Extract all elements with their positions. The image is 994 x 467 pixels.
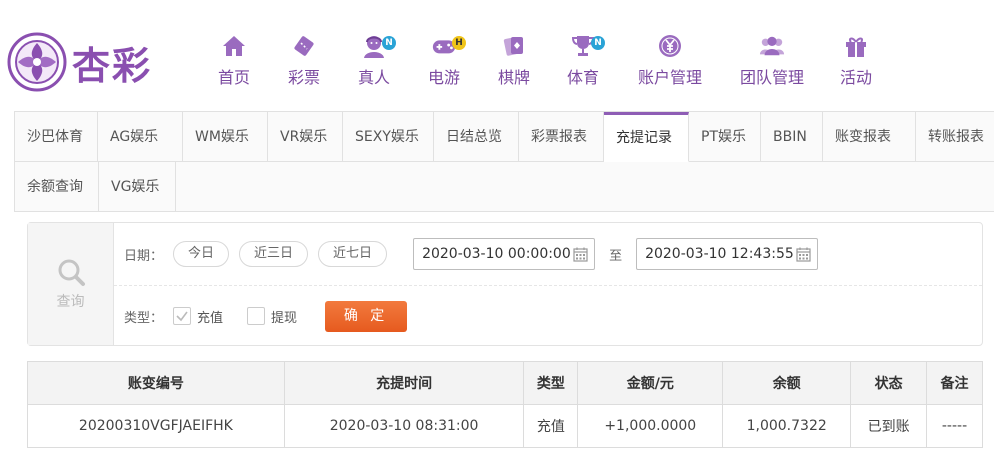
table-header-row: 账变编号 充提时间 类型 金额/元 余额 状态 备注 xyxy=(27,361,983,405)
nav-item-3[interactable]: H 电游 xyxy=(408,34,480,94)
brand-name: 杏彩 xyxy=(72,42,153,88)
records-table: 账变编号 充提时间 类型 金额/元 余额 状态 备注 20200310VGFJA… xyxy=(27,361,983,448)
date-label: 日期： xyxy=(124,248,164,264)
quick-range-3days[interactable]: 近三日 xyxy=(239,241,309,267)
header: 杏彩 首页 彩票 N 真人 H 电游 棋牌 N 体育 账户管理 团队管理 活动 xyxy=(0,0,994,110)
to-label: 至 xyxy=(609,248,623,264)
nav-label: 活动 xyxy=(839,68,872,87)
table-row: 20200310VGFJAEIFHK 2020-03-10 08:31:00 充… xyxy=(27,404,983,448)
nav-label: 首页 xyxy=(217,68,250,87)
team-icon xyxy=(759,34,785,58)
quick-range-today[interactable]: 今日 xyxy=(173,241,230,267)
query-panel: 查询 日期： 今日 近三日 近七日 2020-03-10 00:00:00 至 … xyxy=(27,222,983,346)
report-tabs: 沙巴体育 AG娱乐 WM娱乐 VR娱乐 SEXY娱乐 日结总览 彩票报表 充提记录 PT娱乐 BB… xyxy=(14,111,994,212)
col-type: 类型 xyxy=(523,361,579,405)
calendar-icon xyxy=(796,247,811,262)
confirm-button[interactable]: 确 定 xyxy=(325,300,408,332)
nav-label: 账户管理 xyxy=(637,68,702,87)
nav-badge: H xyxy=(452,36,466,50)
col-time: 充提时间 xyxy=(283,361,525,405)
lottery-ticket-icon xyxy=(291,34,317,58)
tab-8[interactable]: PT娱乐 xyxy=(689,112,761,162)
date-row: 日期： 今日 近三日 近七日 2020-03-10 00:00:00 至 202… xyxy=(124,237,819,271)
checkbox-box xyxy=(173,307,192,325)
cell-type: 充值 xyxy=(523,404,579,448)
query-label: 查询 xyxy=(56,294,85,310)
gift-icon xyxy=(843,34,869,58)
start-date-input[interactable]: 2020-03-10 00:00:00 xyxy=(413,238,596,270)
tab-5[interactable]: 日结总览 xyxy=(434,112,519,162)
tab-4[interactable]: SEXY娱乐 xyxy=(343,112,434,162)
nav-badge: N xyxy=(591,36,605,50)
col-remark: 备注 xyxy=(926,361,983,405)
tab-row-1: 沙巴体育 AG娱乐 WM娱乐 VR娱乐 SEXY娱乐 日结总览 彩票报表 充提记录 PT娱乐 BB… xyxy=(15,112,994,162)
nav-item-6[interactable]: 账户管理 xyxy=(618,34,722,94)
home-icon xyxy=(221,34,247,58)
nav-item-1[interactable]: 彩票 xyxy=(268,34,340,94)
cards-icon xyxy=(501,34,527,58)
tab-11[interactable]: 转账报表 xyxy=(916,112,994,162)
nav-item-7[interactable]: 团队管理 xyxy=(722,34,822,94)
calendar-icon xyxy=(573,247,588,262)
nav-label: 团队管理 xyxy=(739,68,804,87)
search-icon xyxy=(58,259,85,286)
col-status: 状态 xyxy=(850,361,928,405)
col-amount: 金额/元 xyxy=(577,361,724,405)
tab-row2-1[interactable]: VG娱乐 xyxy=(99,162,176,212)
yen-coin-icon xyxy=(657,34,683,58)
nav-label: 体育 xyxy=(566,68,599,87)
tab-row-2: 余额查询 VG娱乐 xyxy=(15,162,176,212)
tab-0[interactable]: 沙巴体育 xyxy=(15,112,98,162)
type-withdraw-label: 提现 xyxy=(271,310,298,326)
col-tx-id: 账变编号 xyxy=(27,361,285,405)
tab-2[interactable]: WM娱乐 xyxy=(183,112,268,162)
end-date-input[interactable]: 2020-03-10 12:43:55 xyxy=(636,238,819,270)
nav-label: 彩票 xyxy=(287,68,320,87)
nav-badge: N xyxy=(382,36,396,50)
nav-item-0[interactable]: 首页 xyxy=(200,34,268,94)
end-date-value: 2020-03-10 12:43:55 xyxy=(645,246,794,262)
cell-status: 已到账 xyxy=(850,404,928,448)
checkbox-box xyxy=(247,307,266,325)
cell-remark: ----- xyxy=(926,404,983,448)
nav-item-8[interactable]: 活动 xyxy=(822,34,890,94)
cell-balance: 1,000.7322 xyxy=(722,404,852,448)
type-deposit-label: 充值 xyxy=(197,310,224,326)
type-row: 类型： 充值 提现 确 定 xyxy=(124,299,408,333)
cell-tx-id: 20200310VGFJAEIFHK xyxy=(27,404,285,448)
nav-label: 真人 xyxy=(357,68,390,87)
tab-6[interactable]: 彩票报表 xyxy=(519,112,604,162)
tab-9[interactable]: BBIN xyxy=(761,112,823,162)
type-deposit-checkbox[interactable]: 充值 xyxy=(173,307,223,326)
col-balance: 余额 xyxy=(722,361,852,405)
main-nav: 首页 彩票 N 真人 H 电游 棋牌 N 体育 账户管理 团队管理 活动 xyxy=(200,34,890,94)
nav-item-5[interactable]: N 体育 xyxy=(548,34,618,94)
tab-10[interactable]: 账变报表 xyxy=(823,112,916,162)
query-side[interactable]: 查询 xyxy=(28,223,114,345)
type-label: 类型： xyxy=(124,310,164,326)
start-date-value: 2020-03-10 00:00:00 xyxy=(422,246,571,262)
cell-time: 2020-03-10 08:31:00 xyxy=(283,404,525,448)
cell-amount: +1,000.0000 xyxy=(577,404,724,448)
logo-flower-icon xyxy=(7,32,67,92)
nav-item-2[interactable]: N 真人 xyxy=(340,34,408,94)
type-withdraw-checkbox[interactable]: 提现 xyxy=(247,307,297,326)
checkmark-icon xyxy=(176,311,188,322)
tab-3[interactable]: VR娱乐 xyxy=(268,112,343,162)
tab-row2-0[interactable]: 余额查询 xyxy=(15,162,99,212)
nav-label: 电游 xyxy=(427,68,460,87)
brand-logo[interactable]: 杏彩 xyxy=(6,30,166,94)
row-divider xyxy=(114,285,982,286)
nav-item-4[interactable]: 棋牌 xyxy=(480,34,548,94)
tab-7[interactable]: 充提记录 xyxy=(604,112,689,162)
nav-label: 棋牌 xyxy=(497,68,530,87)
tab-1[interactable]: AG娱乐 xyxy=(98,112,183,162)
quick-range-7days[interactable]: 近七日 xyxy=(318,241,388,267)
